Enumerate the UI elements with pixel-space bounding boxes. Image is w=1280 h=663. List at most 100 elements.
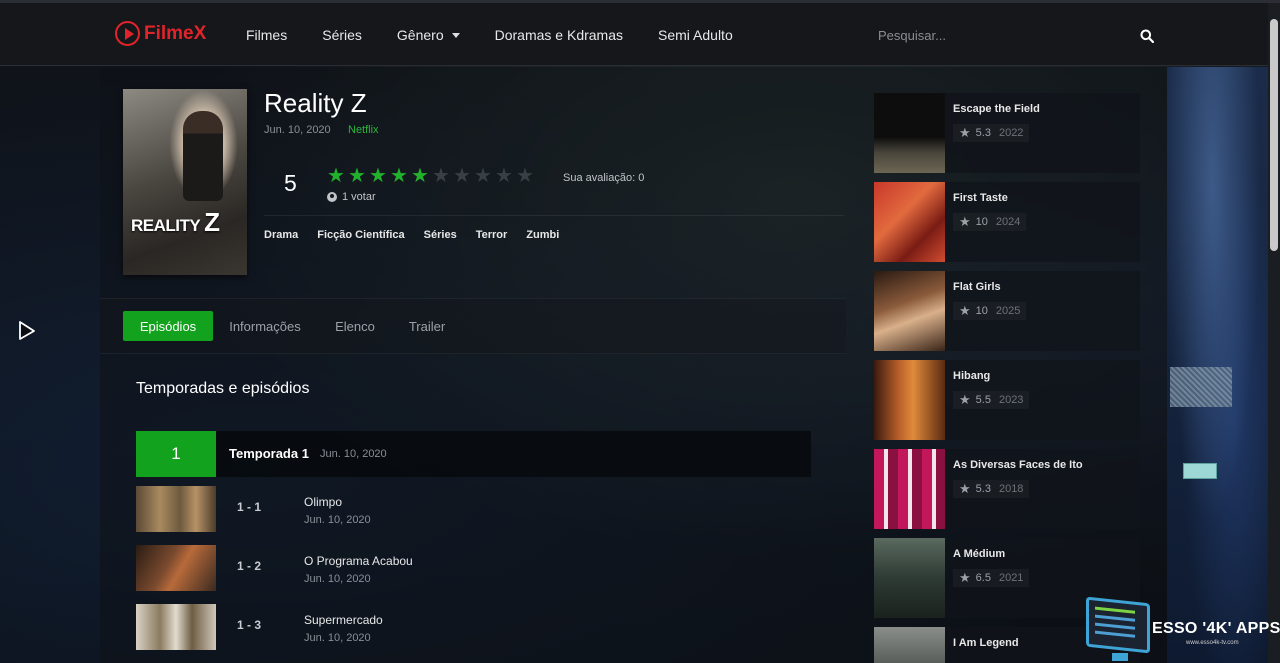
sidebar-item-year: 2025 <box>995 305 1021 317</box>
your-rating: Sua avaliação: 0 <box>563 172 645 184</box>
search-input[interactable] <box>870 21 1140 49</box>
show-poster: REALITY Z <box>123 89 247 275</box>
sidebar-item[interactable]: Escape the Field ★ 5.3 2022 <box>874 93 1140 173</box>
star-icon: ★ <box>959 392 971 407</box>
star-filled-icon[interactable]: ★ <box>410 166 430 186</box>
star-empty-icon[interactable]: ★ <box>515 166 535 186</box>
sidebar-item-title[interactable]: First Taste <box>953 192 1008 204</box>
tab-episodios[interactable]: Episódios <box>123 311 213 341</box>
nav-series[interactable]: Séries <box>322 27 362 43</box>
sidebar-item[interactable]: First Taste ★ 10 2024 <box>874 182 1140 262</box>
star-icon: ★ <box>959 570 971 585</box>
sidebar-item-title[interactable]: Flat Girls <box>953 281 1001 293</box>
sidebar-item-rating: 10 <box>975 305 988 317</box>
season-number: 1 <box>136 431 216 477</box>
episode-row[interactable]: 1 - 3 Supermercado Jun. 10, 2020 <box>136 604 811 650</box>
sidebar-thumbnail[interactable] <box>874 538 945 618</box>
season-label: Temporada 1 <box>229 446 309 461</box>
sidebar-item[interactable]: Flat Girls ★ 10 2025 <box>874 271 1140 351</box>
background-image-edge <box>1167 67 1280 663</box>
vote-count: 1 votar <box>327 191 376 203</box>
release-date: Jun. 10, 2020 <box>264 124 331 136</box>
search-icon[interactable] <box>1140 29 1154 43</box>
sidebar-item-title[interactable]: Hibang <box>953 370 990 382</box>
episode-row[interactable]: 1 - 2 O Programa Acabou Jun. 10, 2020 <box>136 545 811 591</box>
sidebar-item-rating: 5.5 <box>975 394 991 406</box>
page-scrollbar[interactable] <box>1268 3 1280 663</box>
section-title: Temporadas e episódios <box>136 380 310 397</box>
tab-informacoes[interactable]: Informações <box>222 311 308 341</box>
episode-number: 1 - 3 <box>237 618 262 632</box>
star-empty-icon[interactable]: ★ <box>494 166 514 186</box>
sidebar-item-title[interactable]: Escape the Field <box>953 103 1040 115</box>
episode-number: 1 - 1 <box>237 500 262 514</box>
genres-divider <box>264 215 844 216</box>
star-filled-icon[interactable]: ★ <box>368 166 388 186</box>
site-logo[interactable]: FilmeX <box>115 21 206 46</box>
nav-genero-label: Gênero <box>396 27 444 43</box>
star-filled-icon[interactable]: ★ <box>389 166 409 186</box>
star-icon: ★ <box>959 125 971 140</box>
episode-thumbnail[interactable] <box>136 604 216 650</box>
watermark-subtext: www.esso4k-tv.com <box>1186 640 1239 646</box>
sidebar-item-year: 2021 <box>998 572 1024 584</box>
genre-link[interactable]: Terror <box>476 229 508 241</box>
sidebar-item-year: 2023 <box>998 394 1024 406</box>
season-row[interactable]: 1 Temporada 1 Jun. 10, 2020 <box>136 431 811 477</box>
sidebar-item-title[interactable]: I Am Legend <box>953 637 1019 649</box>
sidebar-thumbnail[interactable] <box>874 93 945 173</box>
episode-thumbnail[interactable] <box>136 545 216 591</box>
sidebar-item-meta: ★ 5.5 2023 <box>953 391 1030 409</box>
sidebar-item-year: 2022 <box>998 127 1024 139</box>
sidebar-item[interactable]: Hibang ★ 5.5 2023 <box>874 360 1140 440</box>
sidebar-item-meta: ★ 5.3 2018 <box>953 480 1030 498</box>
genre-link[interactable]: Zumbi <box>526 229 559 241</box>
tab-trailer[interactable]: Trailer <box>400 311 454 341</box>
star-empty-icon[interactable]: ★ <box>452 166 472 186</box>
nav-doramas[interactable]: Doramas e Kdramas <box>495 27 623 43</box>
sidebar-item-title[interactable]: A Médium <box>953 548 1005 560</box>
episode-title[interactable]: Supermercado <box>304 613 383 627</box>
genre-link[interactable]: Séries <box>424 229 457 241</box>
tab-elenco[interactable]: Elenco <box>327 311 383 341</box>
sidebar-item-year: 2018 <box>998 483 1024 495</box>
star-empty-icon[interactable]: ★ <box>431 166 451 186</box>
episode-date: Jun. 10, 2020 <box>304 632 371 644</box>
episode-title[interactable]: O Programa Acabou <box>304 554 413 568</box>
sidebar-item-title[interactable]: As Diversas Faces de Ito <box>953 459 1083 471</box>
episode-number: 1 - 2 <box>237 559 262 573</box>
sidebar-thumbnail[interactable] <box>874 627 945 663</box>
star-icon: ★ <box>959 303 971 318</box>
nav-genero[interactable]: Gênero <box>397 27 460 43</box>
network-link[interactable]: Netflix <box>348 124 379 136</box>
sidebar-item-meta: ★ 5.3 2022 <box>953 124 1030 142</box>
sidebar-thumbnail[interactable] <box>874 271 945 351</box>
rating-stars[interactable]: ★ ★ ★ ★ ★ ★ ★ ★ ★ ★ <box>326 166 535 186</box>
vote-count-text: 1 votar <box>342 191 376 203</box>
sidebar-item-year: 2024 <box>995 216 1021 228</box>
rating-score: 5 <box>284 170 297 196</box>
poster-title-text: REALITY <box>131 216 200 235</box>
episode-title[interactable]: Olimpo <box>304 495 342 509</box>
genre-list: Drama Ficção Científica Séries Terror Zu… <box>264 229 578 241</box>
chevron-down-icon <box>451 32 460 38</box>
star-empty-icon[interactable]: ★ <box>473 166 493 186</box>
nav-semi-adulto[interactable]: Semi Adulto <box>658 27 733 43</box>
star-filled-icon[interactable]: ★ <box>347 166 367 186</box>
sidebar-item-meta: ★ 6.5 2021 <box>953 569 1030 587</box>
nav-filmes[interactable]: Filmes <box>246 27 287 43</box>
sidebar-item-rating: 10 <box>975 216 988 228</box>
sidebar-thumbnail[interactable] <box>874 360 945 440</box>
monitor-icon <box>1086 596 1150 654</box>
episode-row[interactable]: 1 - 1 Olimpo Jun. 10, 2020 <box>136 486 811 532</box>
season-date: Jun. 10, 2020 <box>320 448 387 460</box>
sidebar-thumbnail[interactable] <box>874 449 945 529</box>
genre-link[interactable]: Ficção Científica <box>317 229 404 241</box>
episode-thumbnail[interactable] <box>136 486 216 532</box>
watermark-logo: ESSO '4K' APPS www.esso4k-tv.com <box>1086 596 1280 663</box>
star-filled-icon[interactable]: ★ <box>326 166 346 186</box>
genre-link[interactable]: Drama <box>264 229 298 241</box>
scrollbar-thumb[interactable] <box>1270 19 1278 251</box>
sidebar-thumbnail[interactable] <box>874 182 945 262</box>
sidebar-item[interactable]: As Diversas Faces de Ito ★ 5.3 2018 <box>874 449 1140 529</box>
